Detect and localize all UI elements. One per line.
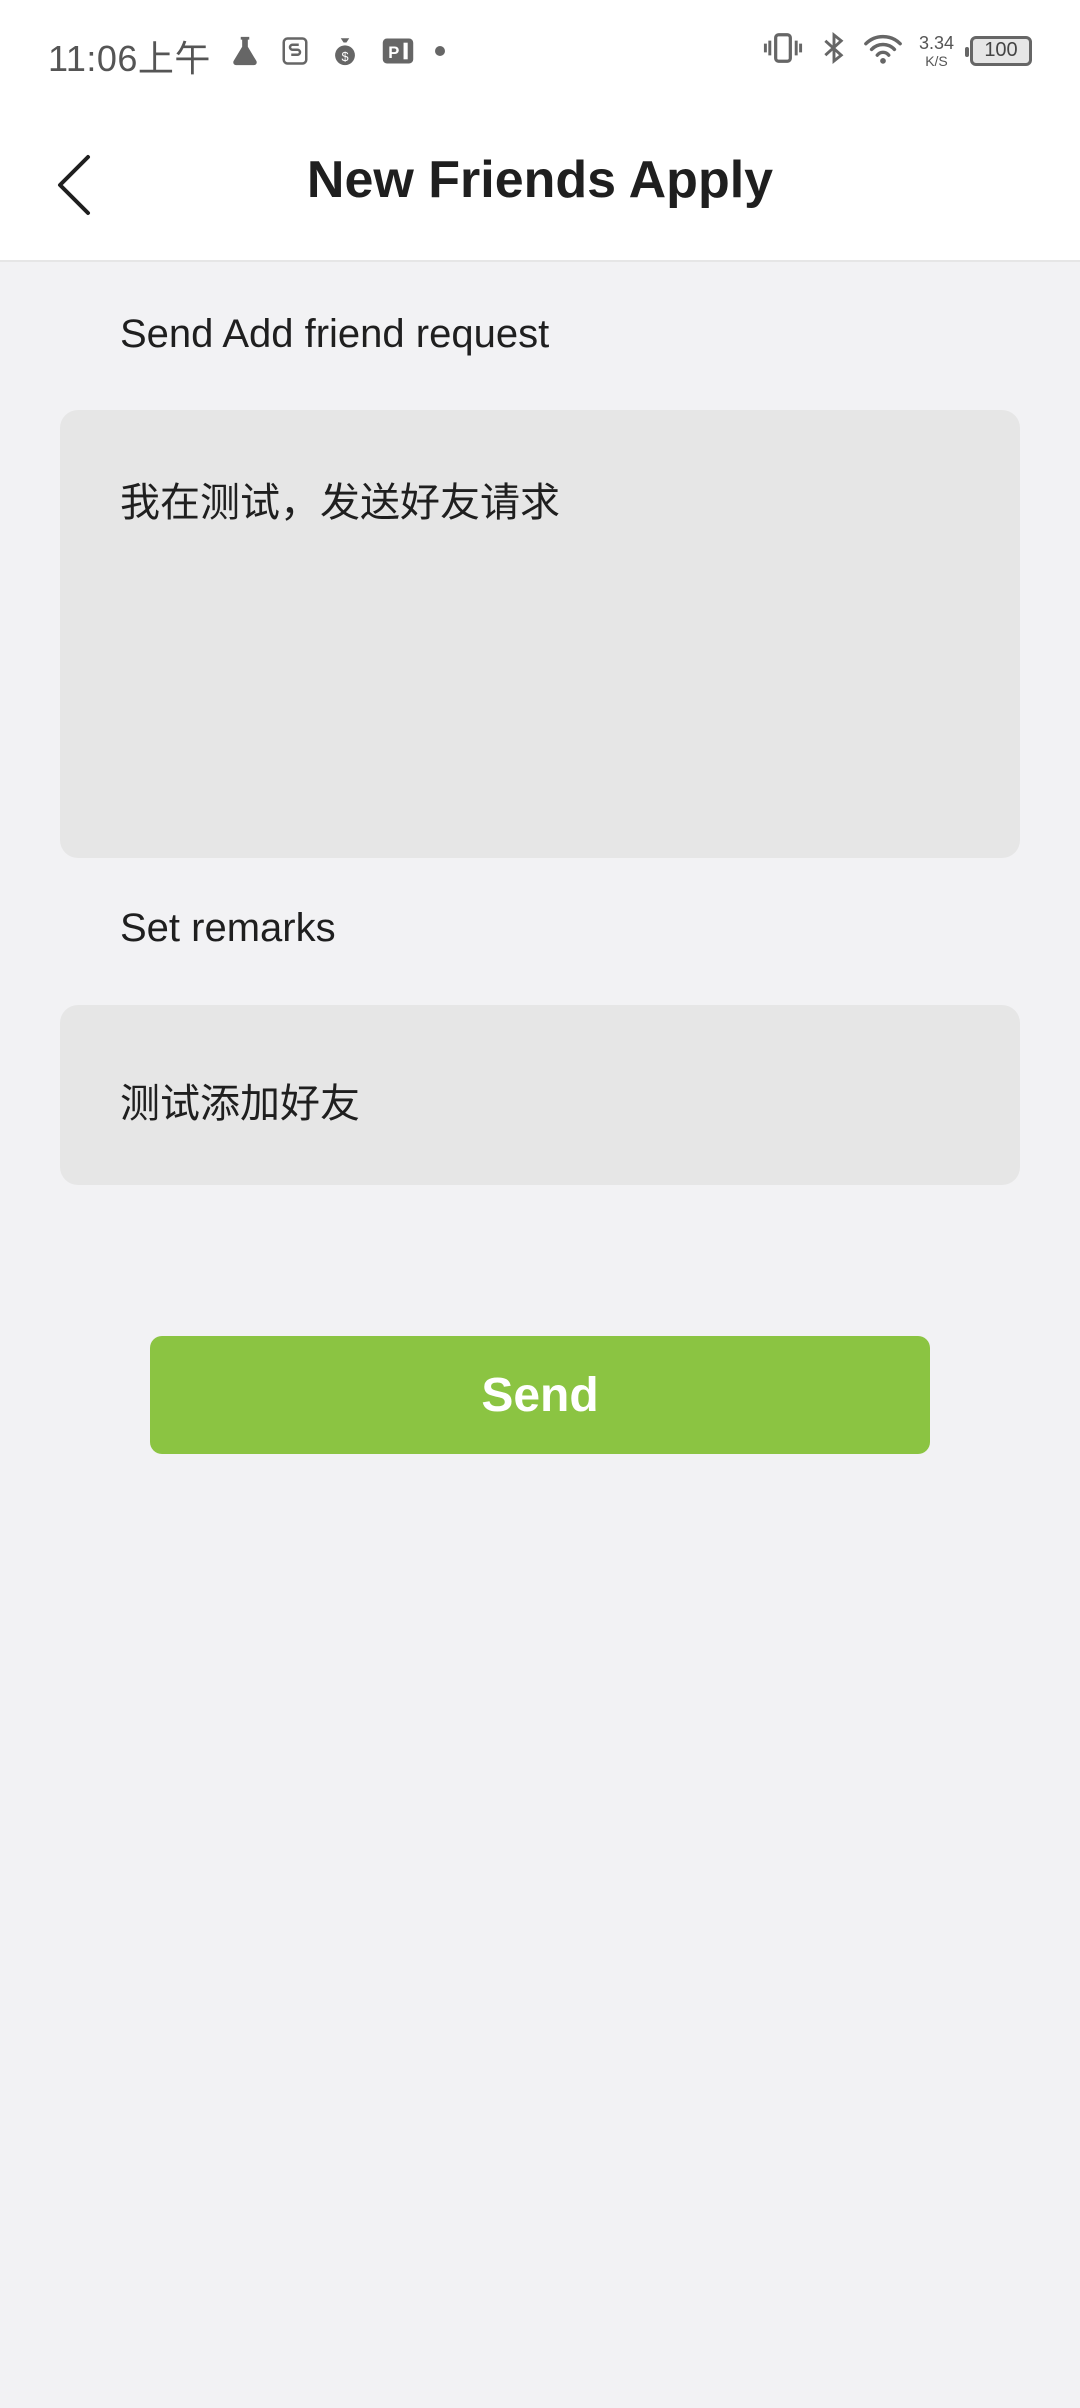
- remarks-input[interactable]: 测试添加好友: [60, 1005, 1020, 1185]
- parking-icon: P: [380, 34, 416, 73]
- network-speed: 3.34 K/S: [919, 34, 954, 68]
- status-bar: 11:06上午 $ P 3.34 K/S 100: [0, 0, 1080, 108]
- vibrate-icon: [761, 30, 805, 71]
- status-notification-icons: $ P: [228, 34, 446, 73]
- status-system-icons: 3.34 K/S 100: [761, 30, 1032, 71]
- remarks-label: Set remarks: [120, 906, 336, 950]
- status-time: 11:06上午: [48, 38, 211, 79]
- network-speed-value: 3.34: [918, 32, 954, 53]
- request-message-input[interactable]: 我在测试，发送好友请求: [60, 410, 1020, 858]
- remarks-text: 测试添加好友: [120, 1082, 360, 1126]
- battery-level: 100: [984, 39, 1018, 61]
- battery-icon: 100: [965, 35, 1032, 66]
- page-title: New Friends Apply: [306, 151, 774, 209]
- wifi-icon: [863, 30, 903, 71]
- request-label: Send Add friend request: [120, 312, 550, 356]
- svg-text:P: P: [388, 43, 399, 62]
- request-message-text: 我在测试，发送好友请求: [120, 481, 560, 525]
- bluetooth-icon: [821, 30, 847, 71]
- money-bag-icon: $: [328, 34, 362, 73]
- app-s-icon: [280, 34, 310, 73]
- svg-text:$: $: [341, 49, 348, 64]
- send-button[interactable]: Send: [150, 1336, 930, 1454]
- network-speed-unit: K/S: [925, 52, 948, 69]
- flask-icon: [228, 34, 262, 73]
- navigation-bar: New Friends Apply: [0, 108, 1080, 262]
- send-button-label: Send: [481, 1368, 599, 1422]
- more-dot-icon: [434, 34, 446, 73]
